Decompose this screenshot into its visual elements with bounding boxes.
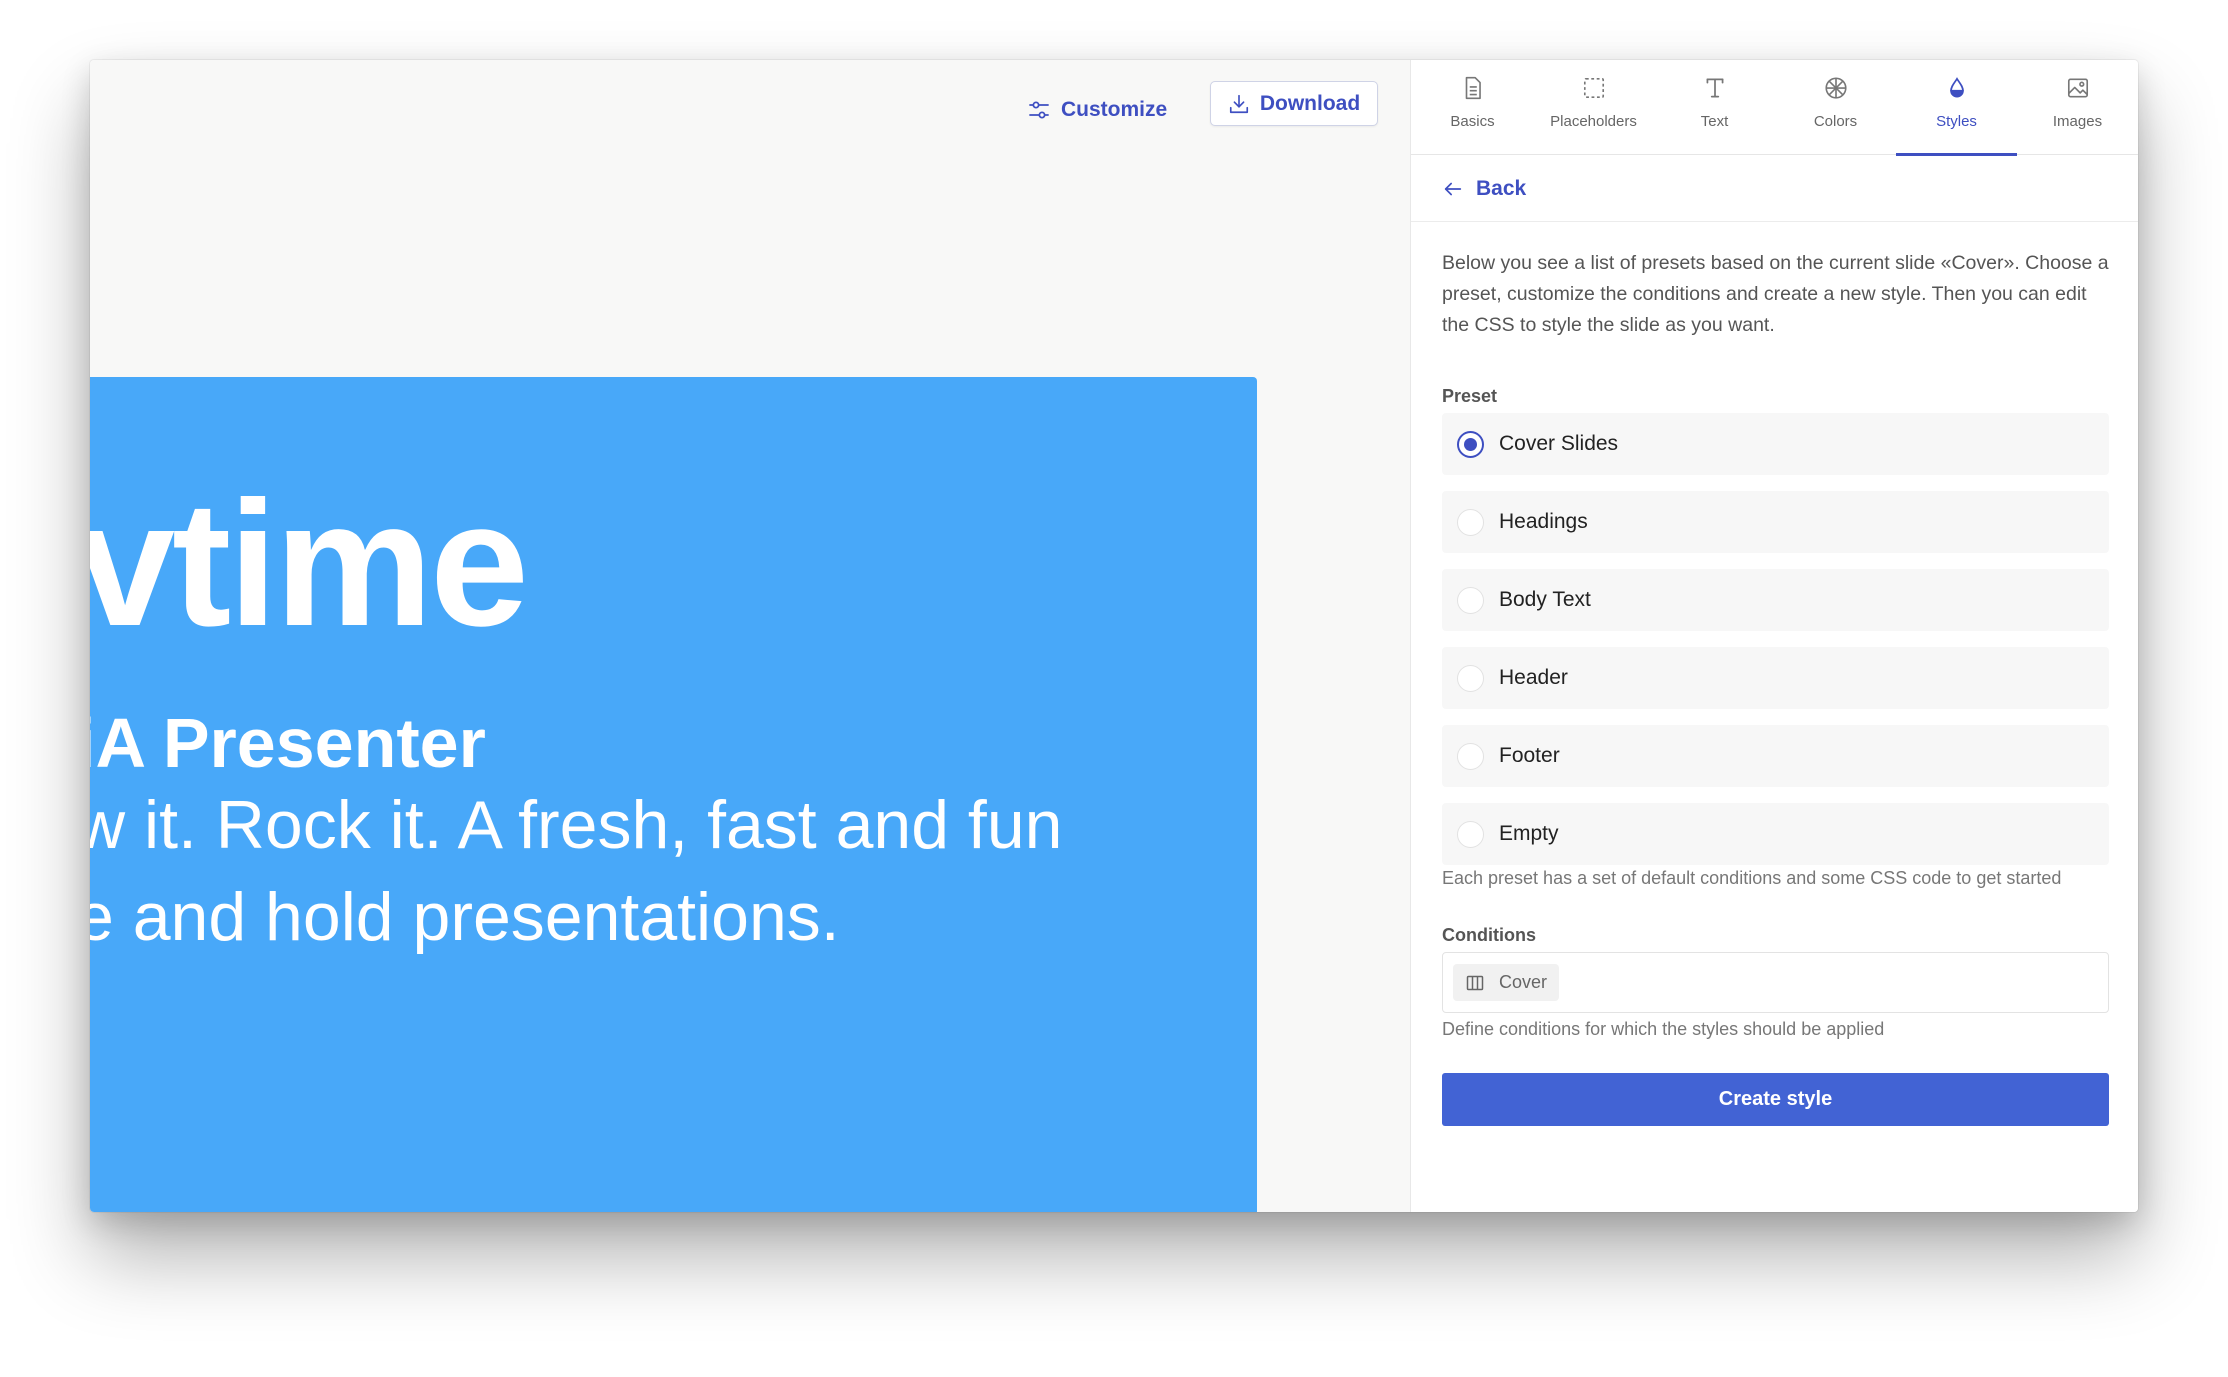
tab-label: Colors [1813,113,1858,130]
slide-preview[interactable]: vtime iA Presenter w it. Rock it. A fres… [90,377,1257,1212]
create-style-button[interactable]: Create style [1442,1073,2109,1126]
radio[interactable] [1457,820,1484,848]
conditions-section-label: Conditions [1442,925,1536,945]
preset-option-header[interactable]: Header [1442,647,2109,709]
radio[interactable] [1457,508,1484,536]
conditions-input[interactable]: Cover [1442,952,2109,1013]
preset-option-body-text[interactable]: Body Text [1442,569,2109,631]
customize-label: Customize [1061,98,1168,121]
conditions-help-text: Define conditions for which the styles s… [1442,1019,1885,1039]
tab-label: Styles [1936,113,1977,130]
preset-option-footer[interactable]: Footer [1442,725,2109,787]
preset-list: Cover Slides Headings Body Text Header F… [1442,413,2109,881]
image-icon [2067,78,2088,98]
arrow-left-icon [1444,182,1462,195]
condition-chip-label: Cover [1499,972,1548,992]
radio[interactable] [1457,742,1484,770]
tab-label: Basics [1450,113,1495,130]
inspector-tabs: Basics Placeholders Text Colors Styles I… [1411,60,2138,156]
tab-styles[interactable]: Styles [1896,60,2017,156]
intro-text: Below you see a list of presets based on… [1442,252,2109,336]
radio[interactable] [1457,586,1484,614]
text-t-icon [1706,78,1723,98]
app-window: Customize Download vtime iA Presenter w … [90,60,2138,1212]
slide-body-line: w it. Rock it. A fresh, fast and fun [90,787,1063,863]
sliders-icon [1029,101,1049,119]
tab-label: Text [1700,113,1729,130]
inspector-panel: Basics Placeholders Text Colors Styles I… [1410,60,2138,1212]
preset-option-empty[interactable]: Empty [1442,803,2109,865]
tab-basics[interactable]: Basics [1412,60,1533,155]
tab-label: Placeholders [1550,113,1637,130]
preset-label: Footer [1499,744,1560,767]
tab-text[interactable]: Text [1654,60,1775,155]
preset-label: Cover Slides [1499,432,1619,455]
drop-icon [1949,77,1964,98]
tab-images[interactable]: Images [2017,60,2138,155]
slide-body-line: e and hold presentations. [90,879,840,955]
radio[interactable] [1457,664,1484,692]
preset-help-text: Each preset has a set of default conditi… [1442,868,2062,888]
color-wheel-icon [1824,77,1847,99]
download-label: Download [1259,91,1361,115]
back-label: Back [1476,176,1527,200]
document-icon [1465,76,1481,100]
tab-colors[interactable]: Colors [1775,60,1896,155]
condition-chip-cover[interactable]: Cover [1453,964,1560,1001]
columns-icon [1466,975,1484,990]
preset-section-label: Preset [1442,386,1498,406]
radio-selected[interactable] [1457,430,1484,458]
preset-label: Headings [1499,510,1588,533]
tab-placeholders[interactable]: Placeholders [1533,60,1654,155]
preset-label: Empty [1499,822,1559,845]
back-button[interactable]: Back [1411,156,2138,222]
customize-button[interactable]: Customize [1027,88,1167,132]
preset-option-cover-slides[interactable]: Cover Slides [1442,413,2109,475]
preset-label: Header [1499,666,1568,689]
slide-title: vtime [90,464,529,663]
tab-label: Images [2052,113,2103,130]
slide-subtitle: iA Presenter [90,704,486,782]
download-button[interactable]: Download [1210,81,1378,126]
dashed-square-icon [1583,77,1604,99]
preset-label: Body Text [1499,588,1591,611]
slide-canvas: Customize Download vtime iA Presenter w … [90,60,1410,1212]
preset-option-headings[interactable]: Headings [1442,491,2109,553]
download-icon [1229,94,1248,113]
